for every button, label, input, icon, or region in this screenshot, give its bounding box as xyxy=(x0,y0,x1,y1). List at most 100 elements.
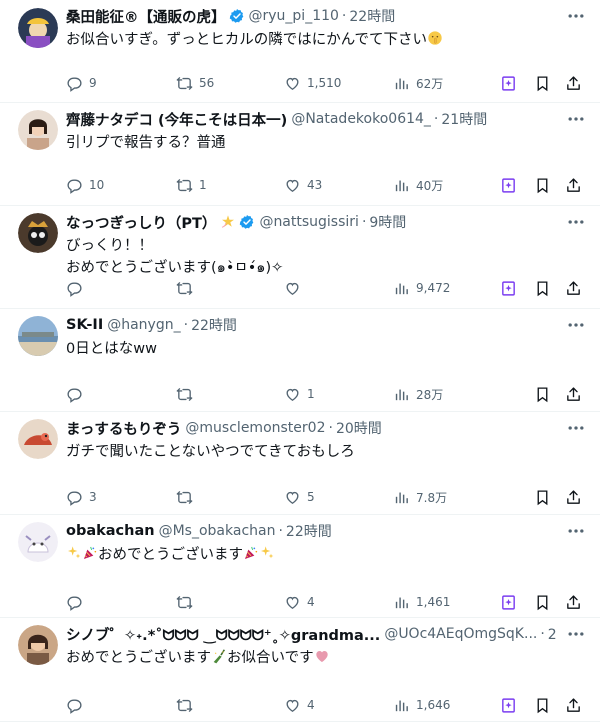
grok-button[interactable] xyxy=(500,695,517,715)
tweet[interactable]: 齊藤ナタデコ (今年こそは日本一) @Natadekoko0614_ · 21時間 引リ… xyxy=(0,103,600,206)
retweet-button[interactable]: 56 xyxy=(176,73,214,93)
verified-badge-icon[interactable] xyxy=(229,8,245,24)
more-options-icon[interactable] xyxy=(566,420,586,436)
share-icon xyxy=(565,386,582,403)
bookmark-icon xyxy=(534,489,551,506)
retweet-button[interactable]: 1 xyxy=(176,175,207,195)
user-handle[interactable]: @UOc4AEqOmgSqK... xyxy=(384,626,537,642)
user-handle[interactable]: @musclemonster02 xyxy=(185,420,325,436)
reply-button[interactable] xyxy=(66,695,83,715)
avatar[interactable] xyxy=(18,522,58,562)
more-options-icon[interactable] xyxy=(566,626,586,642)
timestamp[interactable]: 9時間 xyxy=(369,212,406,232)
share-button[interactable] xyxy=(565,175,582,195)
avatar[interactable] xyxy=(18,8,58,48)
bookmark-button[interactable] xyxy=(534,175,551,195)
like-button[interactable]: 4 xyxy=(284,695,315,715)
grok-button[interactable] xyxy=(500,73,517,93)
display-name[interactable]: なっつぎっしり（PT） xyxy=(66,212,216,233)
bookmark-button[interactable] xyxy=(534,278,551,298)
display-name[interactable]: 齊藤ナタデコ (今年こそは日本一) xyxy=(66,109,287,130)
grok-button[interactable] xyxy=(500,175,517,195)
tweet[interactable]: SK-II @hanygn_ · 22時間 0日とはなww 1 28万 xyxy=(0,309,600,412)
views-button-count: 1,646 xyxy=(416,698,451,712)
timestamp[interactable]: 22時間 xyxy=(548,624,556,644)
tweet[interactable]: obakachan @Ms_obakachan · 22時間 おめでとうございます 4 1,… xyxy=(0,515,600,618)
like-button[interactable]: 5 xyxy=(284,487,315,507)
like-button[interactable]: 1,510 xyxy=(284,73,341,93)
like-icon xyxy=(284,75,301,92)
display-name[interactable]: 桑田能征®【通販の虎】 xyxy=(66,6,226,27)
share-button[interactable] xyxy=(565,487,582,507)
reply-button[interactable]: 9 xyxy=(66,73,97,93)
retweet-button[interactable] xyxy=(176,278,193,298)
like-button[interactable] xyxy=(284,278,301,298)
views-button[interactable]: 1,646 xyxy=(393,695,450,715)
timestamp[interactable]: 22時間 xyxy=(191,315,237,335)
reply-button[interactable]: 10 xyxy=(66,175,104,195)
display-name[interactable]: obakachan xyxy=(66,523,155,539)
timestamp[interactable]: 21時間 xyxy=(441,109,487,129)
more-options-icon[interactable] xyxy=(566,111,586,127)
retweet-button[interactable] xyxy=(176,487,193,507)
tweet[interactable]: シノブ゜✧˖.*˚ᗢᗢᗢ ‿ᗢᗢᗢᗢ⁺˳✧grandma... @UOc4AEqO… xyxy=(0,618,600,722)
views-button[interactable]: 9,472 xyxy=(393,278,450,298)
user-handle[interactable]: @Natadekoko0614_ xyxy=(291,111,431,127)
avatar[interactable] xyxy=(18,625,58,665)
timestamp[interactable]: 22時間 xyxy=(349,6,395,26)
bookmark-button[interactable] xyxy=(534,487,551,507)
timestamp[interactable]: 20時間 xyxy=(336,418,382,438)
views-button[interactable]: 7.8万 xyxy=(393,487,447,507)
reply-button[interactable] xyxy=(66,278,83,298)
more-options-icon[interactable] xyxy=(566,214,586,230)
display-name[interactable]: まっするもりぞう xyxy=(66,418,181,439)
avatar[interactable] xyxy=(18,110,58,150)
reply-button[interactable] xyxy=(66,384,83,404)
reply-icon xyxy=(66,697,83,714)
retweet-button[interactable] xyxy=(176,384,193,404)
avatar[interactable] xyxy=(18,316,58,356)
bookmark-button[interactable] xyxy=(534,384,551,404)
grok-button[interactable] xyxy=(500,592,517,612)
display-name[interactable]: シノブ゜✧˖.*˚ᗢᗢᗢ ‿ᗢᗢᗢᗢ⁺˳✧grandma... xyxy=(66,624,380,645)
bookmark-button[interactable] xyxy=(534,592,551,612)
avatar[interactable] xyxy=(18,213,58,253)
verified-badge-icon[interactable] xyxy=(239,214,255,230)
share-button[interactable] xyxy=(565,384,582,404)
views-button[interactable]: 40万 xyxy=(393,175,443,195)
share-button[interactable] xyxy=(565,592,582,612)
tweet[interactable]: 桑田能征®【通販の虎】 @ryu_pi_110 · 22時間 お似合いすぎ。ずっとヒカル… xyxy=(0,0,600,103)
tweet[interactable]: まっするもりぞう @musclemonster02 · 20時間 ガチで聞いたことないや… xyxy=(0,412,600,515)
retweet-icon xyxy=(176,75,193,92)
like-button[interactable]: 1 xyxy=(284,384,315,404)
like-button[interactable]: 43 xyxy=(284,175,322,195)
views-button[interactable]: 62万 xyxy=(393,73,443,93)
tweet[interactable]: なっつぎっしり（PT） @nattsugissiri · 9時間 びっくり！！ おめでと… xyxy=(0,206,600,309)
user-handle[interactable]: @ryu_pi_110 xyxy=(249,8,339,24)
grok-button[interactable] xyxy=(500,278,517,298)
bookmark-button[interactable] xyxy=(534,73,551,93)
share-button[interactable] xyxy=(565,695,582,715)
timestamp[interactable]: 22時間 xyxy=(286,521,332,541)
bookmark-button[interactable] xyxy=(534,695,551,715)
share-button[interactable] xyxy=(565,278,582,298)
reply-button[interactable]: 3 xyxy=(66,487,97,507)
tweet-text: おめでとうございます お似合いです xyxy=(66,647,580,669)
views-button[interactable]: 1,461 xyxy=(393,592,450,612)
retweet-button[interactable] xyxy=(176,592,193,612)
avatar[interactable] xyxy=(18,419,58,459)
more-options-icon[interactable] xyxy=(566,317,586,333)
reply-button[interactable] xyxy=(66,592,83,612)
like-button[interactable]: 4 xyxy=(284,592,315,612)
retweet-button[interactable] xyxy=(176,695,193,715)
user-handle[interactable]: @nattsugissiri xyxy=(259,214,359,230)
tweet-text: 引リプで報告する？普通 xyxy=(66,132,580,154)
user-handle[interactable]: @Ms_obakachan xyxy=(159,523,276,539)
like-button-count: 5 xyxy=(307,490,315,504)
user-handle[interactable]: @hanygn_ xyxy=(107,317,180,333)
display-name[interactable]: SK-II xyxy=(66,317,103,333)
more-options-icon[interactable] xyxy=(566,523,586,539)
share-button[interactable] xyxy=(565,73,582,93)
views-button[interactable]: 28万 xyxy=(393,384,443,404)
more-options-icon[interactable] xyxy=(566,8,586,24)
